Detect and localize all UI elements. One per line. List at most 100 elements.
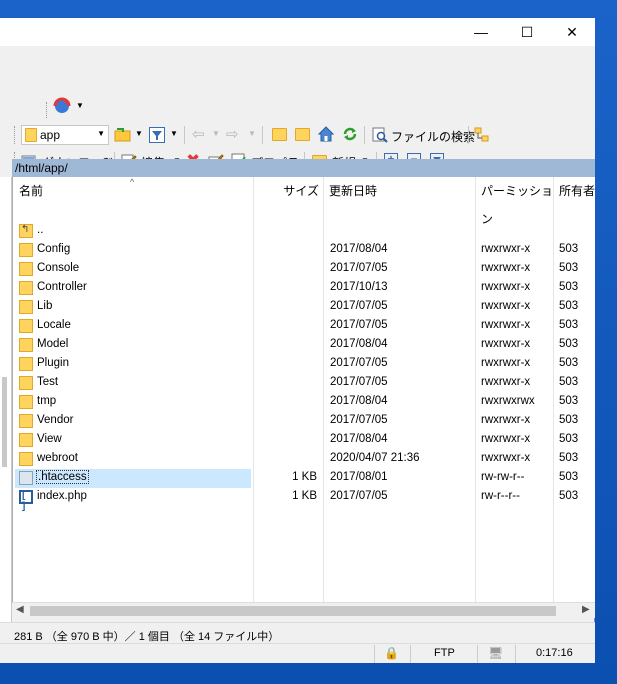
file-name: Console bbox=[37, 262, 80, 274]
folder-icon bbox=[19, 338, 33, 352]
status-panels: 🔒 FTP 🖥 0:17:16 bbox=[0, 643, 595, 663]
file-row[interactable]: Console 2017/07/05 rwxrwxr-x 503 bbox=[13, 260, 596, 279]
file-row[interactable]: Model 2017/08/04 rwxrwxr-x 503 bbox=[13, 336, 596, 355]
column-header-modified[interactable]: 更新日時 bbox=[323, 177, 475, 205]
folder-icon bbox=[19, 281, 33, 295]
open-folder-icon[interactable] bbox=[114, 127, 131, 143]
file-name: Locale bbox=[37, 319, 71, 331]
close-button[interactable]: ✕ bbox=[549, 18, 595, 46]
file-owner: 503 bbox=[559, 395, 579, 407]
file-name: Config bbox=[37, 243, 71, 255]
chevron-down-icon[interactable]: ▼ bbox=[97, 129, 105, 138]
find-files-button[interactable]: ファイルの検索 bbox=[370, 124, 475, 146]
back-icon[interactable]: ⇦ bbox=[192, 125, 205, 143]
file-permissions: rwxrwxr-x bbox=[481, 376, 531, 388]
chevron-down-icon[interactable]: ▼ bbox=[170, 129, 178, 138]
file-row[interactable]: Vendor 2017/07/05 rwxrwxr-x 503 bbox=[13, 412, 596, 431]
minimize-button[interactable]: — bbox=[458, 18, 504, 46]
status-summary: 281 B （全 970 B 中）／ 1 個目 （全 14 ファイル中） bbox=[14, 631, 280, 643]
file-row[interactable]: tmp 2017/08/04 rwxrwxrwx 503 bbox=[13, 393, 596, 412]
horizontal-scrollbar[interactable]: ◀ ▶ bbox=[12, 602, 595, 618]
folder-icon bbox=[19, 414, 33, 428]
file-owner: 503 bbox=[559, 300, 579, 312]
tree-view-icon[interactable] bbox=[474, 127, 490, 143]
file-modified: 2017/07/05 bbox=[330, 357, 388, 369]
file-permissions: rwxrwxr-x bbox=[481, 300, 531, 312]
folder-combo[interactable]: app ▼ bbox=[21, 125, 109, 145]
file-name: Model bbox=[37, 338, 69, 350]
column-header-name[interactable]: 名前 ^ bbox=[13, 177, 253, 205]
folder-icon bbox=[19, 357, 33, 371]
folder-combo-value: app bbox=[40, 128, 61, 142]
home-icon[interactable] bbox=[317, 126, 335, 142]
toolbar-grip bbox=[14, 126, 17, 144]
file-modified: 2017/07/05 bbox=[330, 376, 388, 388]
chevron-down-icon[interactable]: ▼ bbox=[212, 129, 220, 138]
panel-divider bbox=[477, 645, 478, 663]
forward-icon[interactable]: ⇨ bbox=[226, 125, 239, 143]
status-bar: 281 B （全 970 B 中）／ 1 個目 （全 14 ファイル中） bbox=[0, 622, 595, 645]
file-permissions: rwxrwxr-x bbox=[481, 433, 531, 445]
scrollbar-thumb[interactable] bbox=[2, 377, 7, 467]
file-owner: 503 bbox=[559, 452, 579, 464]
local-pane-edge bbox=[0, 177, 12, 640]
synchronize-icon[interactable] bbox=[52, 96, 74, 116]
toolbar-separator bbox=[184, 126, 185, 144]
folder-icon bbox=[19, 433, 33, 447]
file-owner: 503 bbox=[559, 262, 579, 274]
php-file-icon: [ ] bbox=[19, 490, 33, 512]
lock-icon: 🔒 bbox=[384, 646, 399, 660]
file-modified: 2017/07/05 bbox=[330, 262, 388, 274]
file-row[interactable]: ↰.. bbox=[13, 222, 596, 241]
file-row[interactable]: webroot 2020/04/07 21:36 rwxrwxr-x 503 bbox=[13, 450, 596, 469]
chevron-down-icon[interactable]: ▼ bbox=[248, 129, 256, 138]
file-name: Controller bbox=[37, 281, 87, 293]
synchronize-dropdown-icon[interactable]: ▼ bbox=[76, 101, 84, 110]
file-row[interactable]: .htaccess 1 KB 2017/08/01 rw-rw-r-- 503 bbox=[13, 469, 596, 488]
file-modified: 2017/08/04 bbox=[330, 243, 388, 255]
file-owner: 503 bbox=[559, 357, 579, 369]
maximize-button[interactable]: ☐ bbox=[504, 18, 550, 46]
filter-icon[interactable] bbox=[149, 127, 165, 143]
remote-file-list[interactable]: 名前 ^ サイズ 更新日時 パーミッション 所有者 ↰.. Config 2017/… bbox=[12, 177, 595, 602]
column-modified-label: 更新日時 bbox=[329, 184, 378, 198]
folder-icon bbox=[19, 262, 33, 276]
folder-icon bbox=[19, 243, 33, 257]
file-owner: 503 bbox=[559, 433, 579, 445]
file-row[interactable]: Config 2017/08/04 rwxrwxr-x 503 bbox=[13, 241, 596, 260]
file-row[interactable]: [ ] index.php 1 KB 2017/07/05 rw-r--r-- 503 bbox=[13, 488, 596, 512]
scroll-left-icon[interactable]: ◀ bbox=[16, 604, 24, 615]
column-header-owner[interactable]: 所有者 bbox=[553, 177, 596, 205]
file-name: Lib bbox=[37, 300, 53, 312]
file-name: tmp bbox=[37, 395, 57, 407]
file-modified: 2017/07/05 bbox=[330, 319, 388, 331]
parent-directory-icon[interactable] bbox=[272, 128, 287, 141]
column-header-permissions[interactable]: パーミッション bbox=[475, 177, 553, 226]
file-owner: 503 bbox=[559, 338, 579, 350]
file-row[interactable]: Test 2017/07/05 rwxrwxr-x 503 bbox=[13, 374, 596, 393]
file-row[interactable]: View 2017/08/04 rwxrwxr-x 503 bbox=[13, 431, 596, 450]
top-toolbar-area: ▼ bbox=[0, 46, 595, 130]
root-directory-icon[interactable] bbox=[295, 128, 310, 141]
column-permissions-label: パーミッション bbox=[481, 184, 554, 226]
refresh-icon[interactable] bbox=[342, 126, 358, 142]
scroll-right-icon[interactable]: ▶ bbox=[582, 604, 590, 615]
path-bar[interactable]: /html/app/ bbox=[12, 159, 595, 177]
toolbar-separator bbox=[364, 126, 365, 144]
session-time: 0:17:16 bbox=[536, 647, 573, 659]
navigation-toolbar: app ▼ ▼ ▼ ⇦ ▼ ⇨ ▼ ファイルの検索 bbox=[0, 122, 595, 148]
chevron-down-icon[interactable]: ▼ bbox=[135, 129, 143, 138]
folder-icon bbox=[19, 376, 33, 390]
file-row[interactable]: Controller 2017/10/13 rwxrwxr-x 503 bbox=[13, 279, 596, 298]
find-files-icon bbox=[372, 127, 388, 143]
file-row[interactable]: Plugin 2017/07/05 rwxrwxr-x 503 bbox=[13, 355, 596, 374]
scrollbar-thumb[interactable] bbox=[30, 606, 556, 616]
file-row[interactable]: Locale 2017/07/05 rwxrwxr-x 503 bbox=[13, 317, 596, 336]
file-owner: 503 bbox=[559, 414, 579, 426]
file-row[interactable]: Lib 2017/07/05 rwxrwxr-x 503 bbox=[13, 298, 596, 317]
folder-icon bbox=[19, 452, 33, 466]
column-header-size[interactable]: サイズ bbox=[253, 177, 323, 205]
panel-divider bbox=[410, 645, 411, 663]
find-files-label: ファイルの検索 bbox=[391, 130, 476, 144]
file-owner: 503 bbox=[559, 376, 579, 388]
